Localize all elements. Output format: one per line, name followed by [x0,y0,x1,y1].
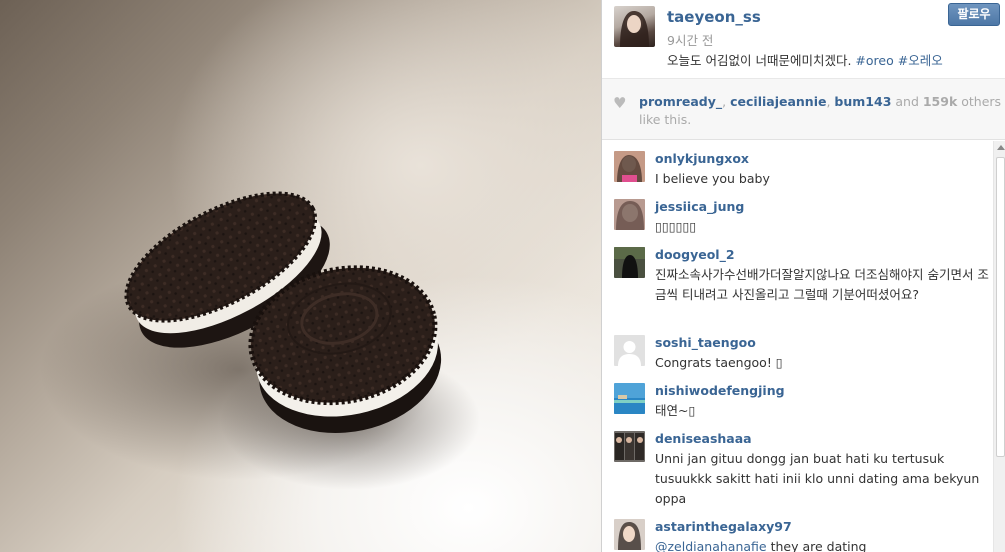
likes-count[interactable]: 159k [923,94,957,109]
liker-link[interactable]: ceciliajeannie [730,94,826,109]
comments-scrollbar[interactable] [993,141,1005,552]
commenter-avatar[interactable] [614,383,645,414]
liker-link[interactable]: promready_ [639,94,722,109]
comment-text: 태연~▯ [655,403,696,418]
commenter-avatar[interactable] [614,151,645,182]
comment-text: @zeldianahanafie they are dating [655,537,990,552]
follow-button[interactable]: 팔로우 [948,3,1000,26]
commenter-avatar[interactable] [614,199,645,230]
scroll-thumb[interactable] [996,157,1005,457]
commenter-avatar[interactable] [614,247,645,278]
liker-link[interactable]: bum143 [834,94,891,109]
comment-text: Congrats taengoo! ▯ [655,355,783,370]
post-sidebar: taeyeon_ss 9시간 전 오늘도 어김없이 너때문에미치겠다. #ore… [601,0,1005,552]
commenter-username[interactable]: nishiwodefengjing [655,383,785,398]
oreo-cookies-image [40,191,480,490]
likes-section: ♥ promready_, ceciliajeannie, bum143 and… [602,78,1005,140]
heart-icon[interactable]: ♥ [613,95,629,111]
hashtag-link[interactable]: #oreo [855,53,893,68]
commenter-username[interactable]: jessiica_jung [655,199,744,214]
scroll-up-arrow-icon[interactable] [997,145,1005,150]
author-avatar[interactable] [614,6,655,47]
likes-separator: , [722,94,731,109]
post-photo[interactable] [0,0,601,552]
post-timestamp[interactable]: 9시간 전 [667,30,713,49]
hashtag-link[interactable]: #오레오 [898,53,943,68]
comment-text-body: they are dating [766,539,867,552]
post-header: taeyeon_ss 9시간 전 오늘도 어김없이 너때문에미치겠다. #ore… [602,0,1005,78]
comment-text: Unni jan gituu dongg jan buat hati ku te… [655,451,980,506]
mention-link[interactable]: @zeldianahanafie [655,539,767,552]
commenter-username[interactable]: onlykjungxox [655,151,749,166]
commenter-username[interactable]: deniseashaaa [655,431,752,446]
post-caption: 오늘도 어김없이 너때문에미치겠다. #oreo #오레오 [667,50,997,69]
commenter-username[interactable]: soshi_taengoo [655,335,756,350]
comment-text: ▯▯▯▯▯▯ [655,219,697,234]
commenter-avatar[interactable] [614,519,645,550]
comment-text: I believe you baby [655,171,770,186]
caption-text: 오늘도 어김없이 너때문에미치겠다. [667,53,852,68]
author-username[interactable]: taeyeon_ss [667,8,761,26]
commenter-avatar[interactable] [614,431,645,462]
comments-list: onlykjungxox I believe you baby jessiica… [602,141,992,552]
commenter-username[interactable]: astarinthegalaxy97 [655,519,792,534]
likes-text: promready_, ceciliajeannie, bum143 and 1… [639,93,1003,129]
default-avatar-icon[interactable] [614,335,645,366]
commenter-username[interactable]: doogyeol_2 [655,247,735,262]
likes-and: and [891,94,923,109]
comment-text: 진짜소속사가수선배가더잘알지않나요 더조심해야지 숨기면서 조금씩 티내려고 사… [655,267,989,302]
